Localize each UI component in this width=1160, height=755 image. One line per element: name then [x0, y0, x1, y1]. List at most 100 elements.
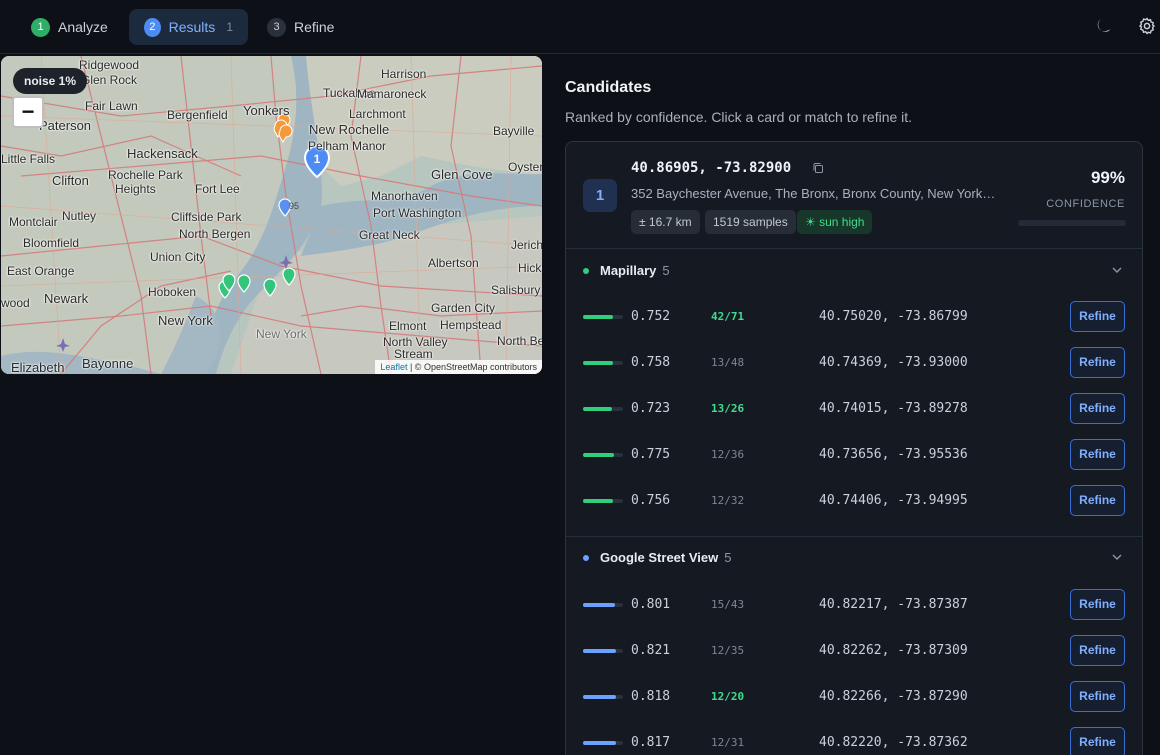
score-bar: [583, 603, 623, 607]
refine-button[interactable]: Refine: [1070, 393, 1125, 424]
chevron-down-icon[interactable]: [1111, 551, 1123, 563]
match-row[interactable]: 0.817 12/31 40.82220, -73.87362 Refine: [566, 720, 1142, 755]
place-label: Nutley: [62, 209, 97, 223]
place-label: Fair Lawn: [85, 99, 138, 113]
place-label: Mamaroneck: [357, 87, 427, 101]
match-score: 0.817: [631, 735, 671, 750]
place-label: Jericho: [511, 238, 542, 252]
score-bar: [583, 361, 623, 365]
section-header[interactable]: Mapillary 5: [566, 249, 1142, 293]
candidate-address: 352 Baychester Avenue, The Bronx, Bronx …: [631, 186, 996, 201]
match-row[interactable]: 0.775 12/36 40.73656, -73.95536 Refine: [566, 432, 1142, 478]
match-row[interactable]: 0.756 12/32 40.74406, -73.94995 Refine: [566, 478, 1142, 524]
score-bar: [583, 315, 623, 319]
place-label: Union City: [150, 250, 206, 264]
place-label: Bloomfield: [23, 236, 80, 250]
source-dot: [583, 555, 589, 561]
refine-button[interactable]: Refine: [1070, 439, 1125, 470]
place-label: Glen Cove: [431, 167, 493, 182]
attribution-text: | © OpenStreetMap contributors: [409, 362, 537, 372]
match-row[interactable]: 0.801 15/43 40.82217, -73.87387 Refine: [566, 582, 1142, 628]
refine-button[interactable]: Refine: [1070, 681, 1125, 712]
leaflet-link[interactable]: Leaflet: [380, 362, 407, 372]
match-score: 0.758: [631, 355, 671, 370]
place-label: Hempstead: [440, 318, 502, 332]
gear-icon[interactable]: [1137, 16, 1157, 36]
samples-chip: 1519 samples: [705, 210, 796, 234]
match-coordinates: 40.73656, -73.95536: [819, 447, 968, 462]
candidate-card[interactable]: 1 40.86905, -73.82900 352 Baychester Ave…: [565, 141, 1143, 755]
copy-icon[interactable]: [812, 162, 824, 174]
match-score: 0.775: [631, 447, 671, 462]
match-ratio: 15/43: [711, 598, 745, 611]
refine-button[interactable]: Refine: [1070, 301, 1125, 332]
match-ratio: 12/31: [711, 736, 745, 749]
place-label: Oyster: [508, 160, 542, 174]
refine-button[interactable]: Refine: [1070, 727, 1125, 755]
place-label: Port Washington: [373, 206, 462, 220]
place-label: Elizabeth: [11, 360, 65, 374]
section-count: 5: [724, 550, 732, 565]
place-label: Manorhaven: [371, 189, 438, 203]
place-label: Hackensack: [127, 146, 198, 161]
section-title: Mapillary 5: [600, 263, 670, 278]
place-label: Bayville: [493, 124, 535, 138]
match-ratio: 12/36: [711, 448, 745, 461]
step-number: 3: [267, 17, 286, 37]
place-label: Heights: [115, 182, 156, 196]
place-label: New York: [158, 313, 213, 328]
match-coordinates: 40.82217, -73.87387: [819, 597, 968, 612]
zoom-out-button[interactable]: −: [12, 96, 44, 128]
source-dot: [583, 268, 589, 274]
tab-results[interactable]: 2 Results 1: [129, 9, 248, 45]
place-label: Bayonne: [82, 356, 134, 371]
place-label: Elmont: [389, 319, 427, 333]
map-view[interactable]: 1 95 Ridgewood Glen Rock Fair Lawn Pater…: [1, 56, 542, 374]
match-coordinates: 40.75020, -73.86799: [819, 309, 968, 324]
match-ratio: 13/48: [711, 356, 745, 369]
place-label: Pelham Manor: [308, 139, 387, 153]
source-section-google-street-view: Google Street View 5 0.801 15/43 40.82217, …: [566, 536, 1142, 755]
match-ratio: 12/32: [711, 494, 745, 507]
match-row[interactable]: 0.752 42/71 40.75020, -73.86799 Refine: [566, 294, 1142, 340]
score-bar: [583, 453, 623, 457]
match-score: 0.756: [631, 493, 671, 508]
match-ratio: 42/71: [711, 310, 745, 323]
match-row[interactable]: 0.758 13/48 40.74369, -73.93000 Refine: [566, 340, 1142, 386]
match-score: 0.821: [631, 643, 671, 658]
distance-chip: ± 16.7 km: [631, 210, 700, 234]
section-header[interactable]: Google Street View 5: [566, 536, 1142, 580]
tab-label: Results: [168, 19, 216, 35]
place-label: Stream: [394, 347, 433, 361]
refine-button[interactable]: Refine: [1070, 589, 1125, 620]
place-label: Clifton: [52, 173, 89, 188]
top-bar: 1 Analyze 2 Results 1 3 Refine: [0, 0, 1160, 54]
match-coordinates: 40.82220, -73.87362: [819, 735, 968, 750]
match-coordinates: 40.74015, -73.89278: [819, 401, 968, 416]
chevron-down-icon[interactable]: [1111, 264, 1123, 276]
tab-analyze[interactable]: 1 Analyze: [16, 9, 123, 45]
candidate-header[interactable]: 1 40.86905, -73.82900 352 Baychester Ave…: [566, 142, 1142, 249]
moon-icon[interactable]: [1094, 16, 1114, 36]
place-label: Montclair: [9, 215, 58, 229]
map-attribution: Leaflet | © OpenStreetMap contributors: [375, 360, 542, 374]
refine-button[interactable]: Refine: [1070, 347, 1125, 378]
place-label: Yonkers: [243, 103, 290, 118]
score-bar: [583, 649, 623, 653]
sun-label: sun high: [819, 215, 865, 229]
confidence-value: 99%: [1090, 168, 1125, 187]
place-label: Fort Lee: [195, 182, 240, 196]
match-row[interactable]: 0.821 12/35 40.82262, -73.87309 Refine: [566, 628, 1142, 674]
place-label: Salisbury: [491, 283, 541, 297]
refine-button[interactable]: Refine: [1070, 485, 1125, 516]
section-count: 5: [662, 263, 670, 278]
match-row[interactable]: 0.723 13/26 40.74015, -73.89278 Refine: [566, 386, 1142, 432]
place-label: Rochelle Park: [108, 168, 183, 182]
place-label: East Orange: [7, 264, 75, 278]
noise-badge: noise 1%: [13, 68, 88, 94]
match-row[interactable]: 0.818 12/20 40.82266, -73.87290 Refine: [566, 674, 1142, 720]
refine-button[interactable]: Refine: [1070, 635, 1125, 666]
tab-refine[interactable]: 3 Refine: [252, 9, 349, 45]
sun-chip: ☀ sun high: [797, 210, 873, 234]
place-label: wood: [1, 296, 30, 310]
